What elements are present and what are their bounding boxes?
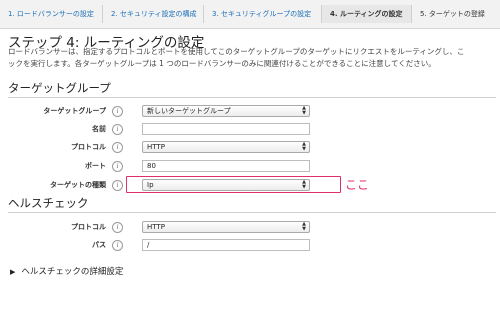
name-label: 名前 (92, 125, 106, 133)
wizard-step-4[interactable]: 4. ルーティングの設定 (322, 5, 412, 23)
hc-path-label: パス (92, 241, 106, 249)
target-type-label: ターゲットの種類 (50, 181, 106, 189)
section-divider (8, 212, 496, 213)
description-line-2: ックを実行します。各ターゲットグループは 1 つのロードバランサーのみに関連付け… (8, 59, 436, 68)
hc-protocol-label: プロトコル (71, 223, 106, 231)
wizard-step-2[interactable]: 2. セキュリティ設定の構成 (103, 5, 204, 23)
port-input[interactable]: 80 (142, 160, 310, 172)
section-divider (8, 97, 496, 98)
wizard-step-5[interactable]: 5. ターゲットの登録 (412, 5, 500, 23)
port-label: ポート (85, 162, 106, 170)
health-check-heading: ヘルスチェック (8, 196, 89, 210)
updown-arrows-icon: ▲ ▼ (302, 221, 306, 232)
info-icon[interactable]: i (112, 142, 123, 153)
target-group-label: ターゲットグループ (43, 107, 106, 115)
protocol-label: プロトコル (71, 143, 106, 151)
protocol-select[interactable]: HTTP ▲ ▼ (142, 141, 310, 153)
updown-arrows-icon: ▲ ▼ (302, 105, 306, 116)
info-icon[interactable]: i (112, 222, 123, 233)
triangle-right-icon: ▶ (10, 268, 16, 276)
highlight-box (126, 176, 341, 193)
info-icon[interactable]: i (112, 161, 123, 172)
target-group-select[interactable]: 新しいターゲットグループ ▲ ▼ (142, 105, 310, 117)
info-icon[interactable]: i (112, 180, 123, 191)
description-line-1: ロードバランサーは、指定するプロトコルとポートを使用してこのターゲットグループの… (8, 47, 465, 56)
annotation-text: ここ (345, 178, 370, 192)
wizard-step-1[interactable]: 1. ロードバランサーの設定 (0, 5, 103, 23)
info-icon[interactable]: i (112, 240, 123, 251)
protocol-select-value: HTTP (147, 143, 165, 151)
advanced-health-check-toggle[interactable]: ▶ ヘルスチェックの詳細設定 (10, 265, 123, 277)
name-input[interactable] (142, 123, 310, 135)
wizard-steps-bar: 1. ロードバランサーの設定 2. セキュリティ設定の構成 3. セキュリティグ… (0, 0, 500, 29)
target-group-select-value: 新しいターゲットグループ (147, 107, 231, 115)
hc-protocol-select-value: HTTP (147, 223, 165, 231)
advanced-health-check-label: ヘルスチェックの詳細設定 (21, 267, 124, 277)
hc-protocol-select[interactable]: HTTP ▲ ▼ (142, 221, 310, 233)
info-icon[interactable]: i (112, 106, 123, 117)
page-description: ロードバランサーは、指定するプロトコルとポートを使用してこのターゲットグループの… (8, 46, 492, 70)
hc-path-input[interactable]: / (142, 239, 310, 251)
target-group-heading: ターゲットグループ (8, 81, 111, 95)
info-icon[interactable]: i (112, 124, 123, 135)
updown-arrows-icon: ▲ ▼ (302, 141, 306, 152)
wizard-step-3[interactable]: 3. セキュリティグループの設定 (204, 5, 322, 23)
